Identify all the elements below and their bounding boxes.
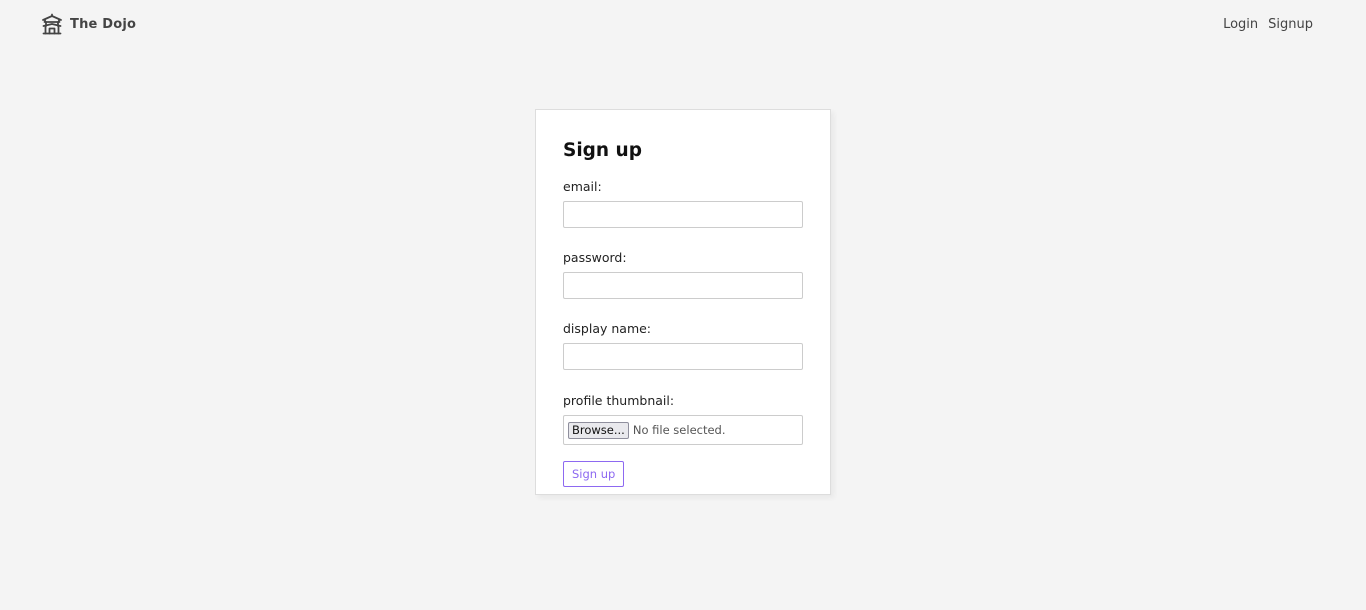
email-label: email: (563, 179, 602, 194)
email-field-group: email: (563, 179, 803, 228)
thumbnail-file-input[interactable]: Browse... No file selected. (563, 415, 803, 445)
display-name-label: display name: (563, 321, 652, 336)
brand[interactable]: The Dojo (41, 13, 136, 35)
thumbnail-label: profile thumbnail: (563, 393, 675, 408)
browse-button[interactable]: Browse... (568, 421, 629, 439)
thumbnail-field-group: profile thumbnail: Browse... No file sel… (563, 393, 803, 445)
password-input[interactable] (563, 272, 803, 299)
temple-icon (41, 13, 63, 35)
navbar: The Dojo Login Signup (0, 0, 1366, 52)
email-input[interactable] (563, 201, 803, 228)
form-title: Sign up (563, 140, 642, 161)
password-label: password: (563, 250, 627, 265)
signup-submit-button[interactable]: Sign up (563, 461, 625, 487)
brand-name: The Dojo (70, 16, 137, 32)
nav-signup-link[interactable]: Signup (1268, 17, 1313, 32)
nav-links: Login Signup (1223, 17, 1313, 32)
display-name-input[interactable] (563, 343, 803, 370)
file-status-text: No file selected. (632, 423, 726, 437)
display-name-field-group: display name: (563, 321, 803, 370)
password-field-group: password: (563, 250, 803, 299)
nav-login-link[interactable]: Login (1223, 17, 1258, 32)
signup-form: Sign up email: password: display name: p… (535, 109, 831, 495)
